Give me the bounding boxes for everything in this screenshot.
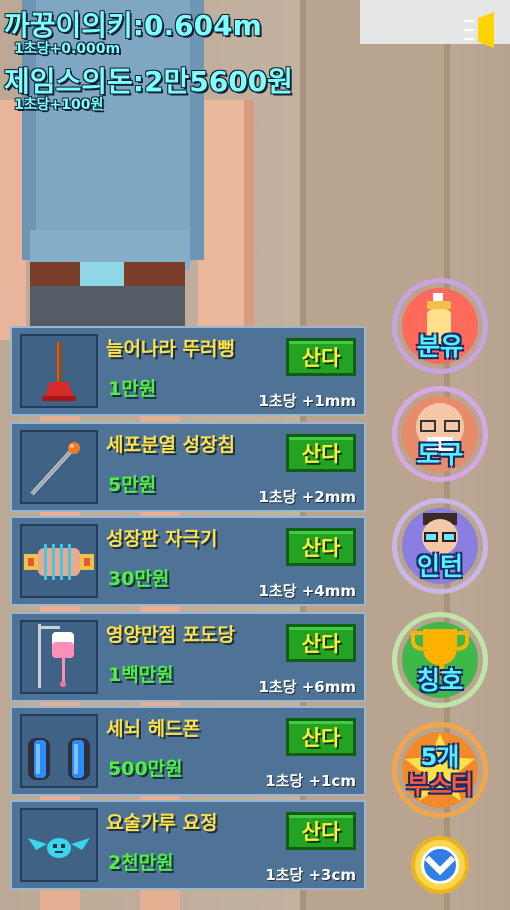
- item-price: 1백만원: [108, 664, 174, 686]
- sound-toggle-button[interactable]: [464, 12, 500, 48]
- item-name: 요술가루 요정: [106, 812, 218, 834]
- menu-label: 도구: [416, 440, 463, 469]
- item-rate: 1초당 +4mm: [258, 582, 356, 600]
- stimulator-icon: [20, 524, 98, 598]
- buy-button[interactable]: 산다: [286, 812, 356, 850]
- iv-drip-icon: [20, 620, 98, 694]
- shop-item: 세뇌 헤드폰 500만원 1초당 +1cm 산다: [10, 706, 366, 796]
- menu-formula-button[interactable]: 분유: [392, 278, 488, 374]
- shop-item: 요술가루 요정 2천만원 1초당 +3cm 산다: [10, 800, 366, 890]
- needle-icon: [20, 430, 98, 504]
- menu-label: 칭호: [416, 666, 463, 695]
- menu-intern-button[interactable]: 인턴: [392, 498, 488, 594]
- fairy-icon: [20, 808, 98, 882]
- shop-item: 영양만점 포도당 1백만원 1초당 +6mm 산다: [10, 612, 366, 702]
- menu-tools-button[interactable]: 도구: [392, 386, 488, 482]
- menu-collapse-button[interactable]: [411, 836, 469, 894]
- shop-item: 성장판 자극기 30만원 1초당 +4mm 산다: [10, 516, 366, 606]
- menu-label: 5개 부스터: [397, 743, 483, 799]
- item-rate: 1초당 +1cm: [265, 772, 356, 790]
- character-right-arm: [198, 100, 254, 335]
- chevron-down-icon: [424, 855, 456, 876]
- menu-label: 인턴: [416, 552, 463, 581]
- shop-item: 세포분열 성장침 5만원 1초당 +2mm 산다: [10, 422, 366, 512]
- height-rate-readout: 1초당+0.000m: [14, 41, 121, 57]
- item-price: 30만원: [108, 568, 170, 590]
- item-name: 영양만점 포도당: [106, 624, 235, 646]
- character-belt-buckle: [80, 262, 124, 286]
- money-rate-readout: 1초당+100원: [14, 97, 104, 113]
- item-price: 5만원: [108, 474, 157, 496]
- booster-count-label: 5개: [420, 743, 460, 771]
- item-name: 세뇌 헤드폰: [106, 718, 201, 740]
- item-rate: 1초당 +2mm: [258, 488, 356, 506]
- menu-booster-button[interactable]: 5개 부스터: [392, 722, 488, 818]
- item-rate: 1초당 +3cm: [265, 866, 356, 884]
- buy-button[interactable]: 산다: [286, 434, 356, 472]
- item-price: 500만원: [108, 758, 183, 780]
- item-price: 2천만원: [108, 852, 174, 874]
- item-rate: 1초당 +1mm: [258, 392, 356, 410]
- headphones-icon: [20, 714, 98, 788]
- item-name: 성장판 자극기: [106, 528, 218, 550]
- buy-button[interactable]: 산다: [286, 528, 356, 566]
- speaker-icon: [464, 12, 494, 48]
- shop-item: 늘어나라 뚜러뻥 1만원 1초당 +1mm 산다: [10, 326, 366, 416]
- menu-label: 분유: [416, 332, 463, 361]
- item-name: 세포분열 성장침: [106, 434, 235, 456]
- item-price: 1만원: [108, 378, 157, 400]
- item-rate: 1초당 +6mm: [258, 678, 356, 696]
- buy-button[interactable]: 산다: [286, 718, 356, 756]
- item-name: 늘어나라 뚜러뻥: [106, 338, 235, 360]
- booster-label: 부스터: [406, 771, 474, 799]
- buy-button[interactable]: 산다: [286, 624, 356, 662]
- menu-title-button[interactable]: 칭호: [392, 612, 488, 708]
- buy-button[interactable]: 산다: [286, 338, 356, 376]
- plunger-icon: [20, 334, 98, 408]
- shop-panel: 늘어나라 뚜러뻥 1만원 1초당 +1mm 산다 세포분열 성장침 5만원 1초…: [10, 326, 366, 910]
